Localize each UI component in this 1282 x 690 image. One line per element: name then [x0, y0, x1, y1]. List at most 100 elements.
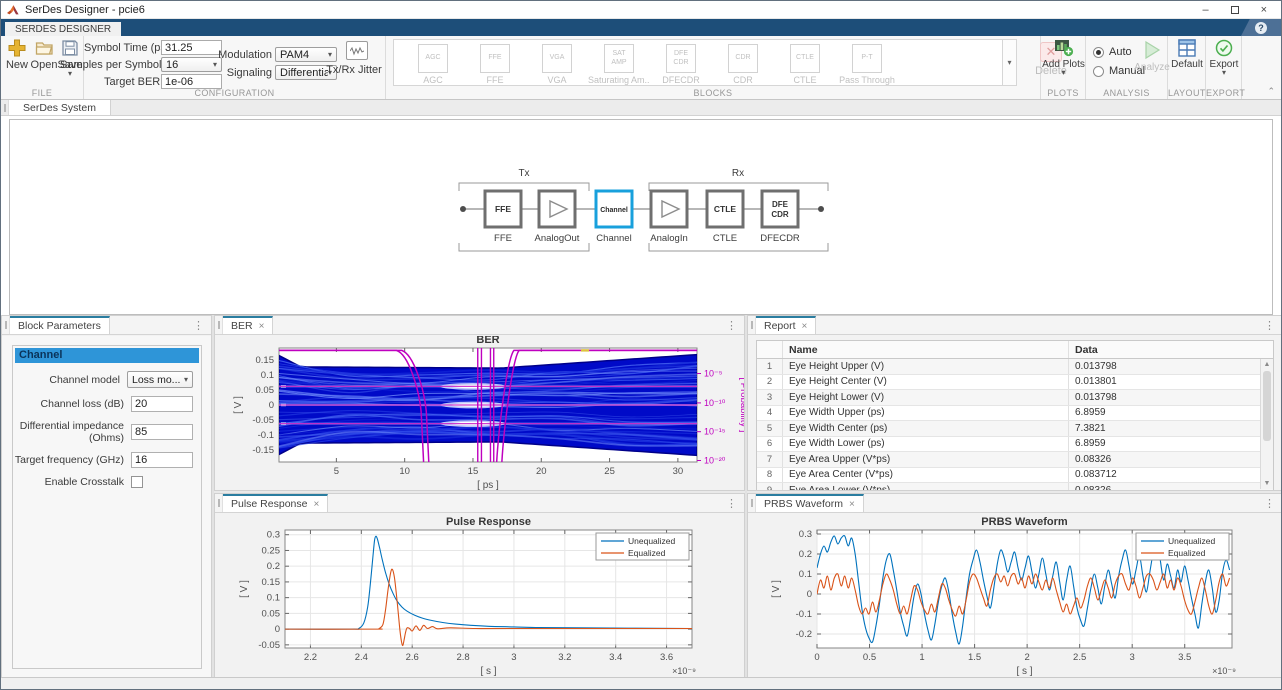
- panel-grip[interactable]: [1, 100, 9, 115]
- collapse-toolstrip-button[interactable]: ⌃: [1267, 86, 1275, 97]
- jitter-button-label[interactable]: Tx/Rx Jitter: [322, 64, 386, 76]
- diagram-block-channel-selected[interactable]: Channel: [594, 189, 634, 229]
- default-layout-button[interactable]: Default: [1168, 39, 1206, 70]
- tick-label: -0.05: [252, 415, 274, 426]
- tick-label: 1.5: [968, 652, 981, 663]
- close-icon[interactable]: ×: [259, 321, 265, 332]
- diagram-block-analogin[interactable]: [649, 189, 689, 229]
- panel-grip[interactable]: [2, 316, 10, 334]
- tab-serdes-system[interactable]: SerDes System: [9, 100, 111, 115]
- new-button[interactable]: New: [4, 39, 30, 71]
- column-data[interactable]: Data: [1069, 344, 1273, 356]
- panel-grip[interactable]: [748, 316, 756, 334]
- tab-serdes-designer[interactable]: SERDES DESIGNER: [5, 22, 122, 36]
- tab-report[interactable]: Report ×: [756, 316, 817, 334]
- tick-label: 0.2: [267, 561, 280, 572]
- gallery-block-item[interactable]: FFE FFE: [464, 42, 526, 85]
- panel-grip[interactable]: [748, 494, 756, 512]
- tick-label: 20: [536, 466, 547, 477]
- help-button[interactable]: ?: [1241, 19, 1281, 36]
- close-button[interactable]: ×: [1261, 4, 1267, 15]
- svg-text:DFE: DFE: [772, 200, 789, 209]
- panel-grip[interactable]: [215, 316, 223, 334]
- save-button[interactable]: Save ▾: [57, 39, 83, 78]
- legend-entry: Equalized: [628, 548, 666, 558]
- table-row[interactable]: 9 Eye Area Lower (V*ps) 0.08326: [757, 483, 1273, 490]
- scrollbar-thumb[interactable]: [1263, 371, 1271, 441]
- jitter-button[interactable]: [346, 41, 368, 60]
- tick-label: -0.2: [796, 629, 812, 640]
- panel-menu-icon[interactable]: ⋮: [719, 494, 744, 512]
- table-row[interactable]: 4 Eye Width Upper (ps) 6.8959: [757, 405, 1273, 421]
- tick-label: 3.2: [558, 652, 571, 663]
- tick-label: 5: [334, 466, 339, 477]
- tab-prbs-waveform[interactable]: PRBS Waveform ×: [756, 494, 864, 512]
- block-caption: AnalogOut: [535, 233, 580, 244]
- gallery-block-item[interactable]: DFE CDR DFECDR: [650, 42, 712, 85]
- gallery-block-item[interactable]: P-T Pass Through: [836, 42, 898, 85]
- gallery-block-item[interactable]: CTLE CTLE: [774, 42, 836, 85]
- enable-crosstalk-label: Enable Crosstalk: [44, 476, 124, 488]
- scroll-up-icon[interactable]: ▲: [1261, 361, 1273, 368]
- scroll-down-icon[interactable]: ▼: [1261, 480, 1273, 487]
- blocks-gallery: AGC AGC FFE FFE VGA VGA SAT AMP Saturati…: [393, 39, 1003, 86]
- diagram-block-ffe[interactable]: FFE: [483, 189, 523, 229]
- channel-model-combo[interactable]: Loss mo... ▾: [127, 371, 193, 388]
- differential-impedance-input[interactable]: [131, 424, 193, 440]
- export-button[interactable]: Export ▾: [1206, 39, 1242, 77]
- minimize-button[interactable]: –: [1202, 4, 1208, 15]
- gallery-block-item[interactable]: SAT AMP Saturating Am...: [588, 42, 650, 85]
- panel-grip[interactable]: [215, 494, 223, 512]
- table-row[interactable]: 2 Eye Height Center (V) 0.013801: [757, 374, 1273, 390]
- tick-label: -0.1: [796, 609, 812, 620]
- restore-button[interactable]: [1230, 5, 1239, 14]
- enable-crosstalk-checkbox[interactable]: [131, 476, 143, 488]
- tab-pulse-response[interactable]: Pulse Response ×: [223, 494, 329, 512]
- selected-block-header: Channel: [15, 348, 199, 363]
- radio-selected-icon: [1093, 46, 1104, 58]
- report-scrollbar[interactable]: ▲ ▼: [1260, 359, 1273, 489]
- table-row[interactable]: 1 Eye Height Upper (V) 0.013798: [757, 359, 1273, 375]
- table-row[interactable]: 6 Eye Width Lower (ps) 6.8959: [757, 436, 1273, 452]
- table-row[interactable]: 3 Eye Height Lower (V) 0.013798: [757, 390, 1273, 406]
- panel-menu-icon[interactable]: ⋮: [1257, 494, 1281, 512]
- panel-menu-icon[interactable]: ⋮: [186, 316, 211, 334]
- modulation-combo[interactable]: PAM4 ▾: [275, 47, 337, 62]
- tick-label: 2.4: [355, 652, 368, 663]
- gallery-block-item[interactable]: CDR CDR: [712, 42, 774, 85]
- gallery-block-item[interactable]: VGA VGA: [526, 42, 588, 85]
- tick-label: 10: [399, 466, 410, 477]
- close-icon[interactable]: ×: [313, 499, 319, 510]
- tab-ber[interactable]: BER ×: [223, 316, 274, 334]
- tab-block-parameters[interactable]: Block Parameters: [10, 316, 110, 334]
- legend-entry: Unequalized: [1168, 536, 1216, 546]
- tick-label: 0.2: [799, 549, 812, 560]
- table-row[interactable]: 5 Eye Width Center (ps) 7.3821: [757, 421, 1273, 437]
- probability-axis-label: [ Probability ]: [738, 378, 744, 433]
- panel-menu-icon[interactable]: ⋮: [1257, 316, 1281, 334]
- diagram-block-ctle[interactable]: CTLE: [705, 189, 745, 229]
- diagram-block-dfecdr[interactable]: DFE CDR: [760, 189, 800, 229]
- column-name[interactable]: Name: [783, 341, 1069, 358]
- document-tabbar: SerDes System: [1, 100, 1281, 116]
- tick-label: 0.05: [256, 385, 275, 396]
- channel-loss-input[interactable]: [131, 396, 193, 412]
- add-plots-button[interactable]: Add Plots ▾: [1041, 39, 1086, 77]
- target-frequency-input[interactable]: [131, 452, 193, 468]
- add-plots-icon: [1054, 40, 1073, 57]
- panel-menu-icon[interactable]: ⋮: [719, 316, 744, 334]
- close-icon[interactable]: ×: [802, 321, 808, 332]
- table-row[interactable]: 7 Eye Area Upper (V*ps) 0.08326: [757, 452, 1273, 468]
- diagram-block-analogout[interactable]: [537, 189, 577, 229]
- gallery-dropdown-button[interactable]: ▾: [1003, 39, 1017, 86]
- table-row[interactable]: 8 Eye Area Center (V*ps) 0.083712: [757, 467, 1273, 483]
- tick-label: 0.1: [267, 593, 280, 604]
- auto-radio[interactable]: Auto: [1093, 46, 1132, 58]
- close-icon[interactable]: ×: [849, 499, 855, 510]
- tick-label: 0: [275, 624, 280, 635]
- blocks-section: AGC AGC FFE FFE VGA VGA SAT AMP Saturati…: [386, 36, 1067, 99]
- gallery-block-item[interactable]: AGC AGC: [402, 42, 464, 85]
- block-caption: CTLE: [713, 233, 737, 244]
- open-button[interactable]: Open: [31, 39, 57, 71]
- tick-label: 3.5: [1178, 652, 1191, 663]
